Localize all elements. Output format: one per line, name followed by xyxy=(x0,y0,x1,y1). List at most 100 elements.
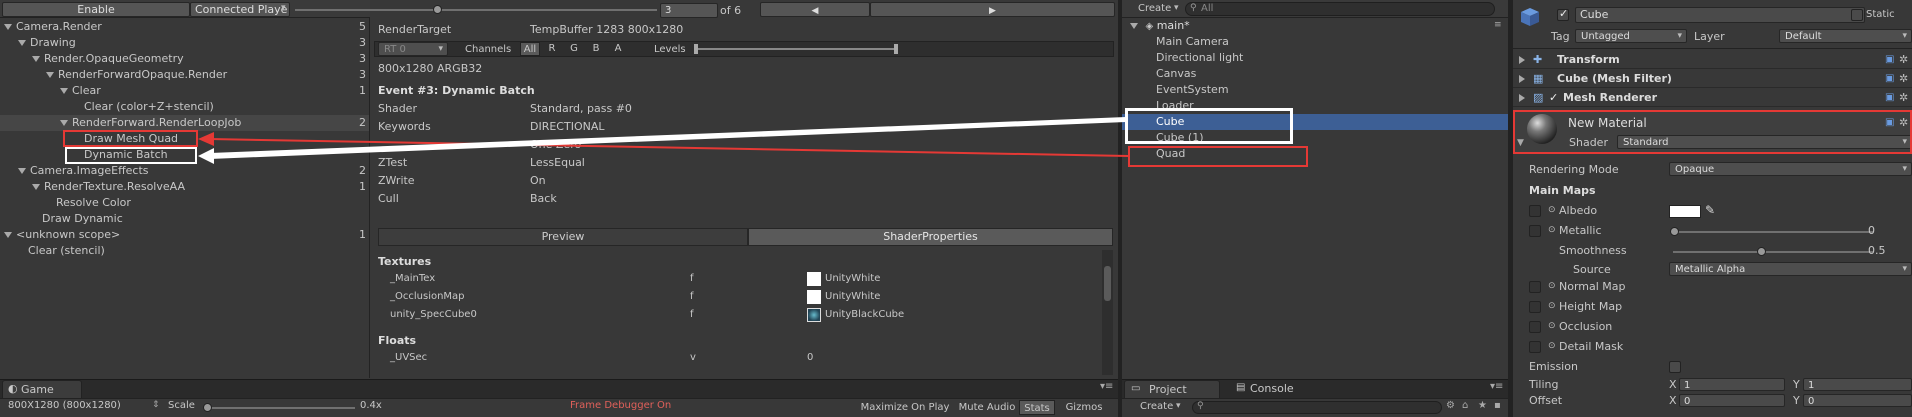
levels-slider[interactable] xyxy=(696,48,896,50)
expand-arrow-icon[interactable] xyxy=(1519,56,1525,64)
project-search-field[interactable]: ⚲ xyxy=(1192,401,1442,414)
occlusion-slot[interactable] xyxy=(1529,321,1541,333)
emission-checkbox[interactable] xyxy=(1669,361,1681,373)
albedo-texture-slot[interactable] xyxy=(1529,205,1541,217)
expand-arrow-icon[interactable] xyxy=(1519,94,1525,102)
expand-arrow-icon[interactable] xyxy=(1519,75,1525,83)
object-name-field[interactable]: Cube xyxy=(1575,7,1865,23)
help-icon[interactable]: ▣ xyxy=(1885,50,1894,69)
gear-icon[interactable]: ✲ xyxy=(1899,69,1908,88)
height-map-slot[interactable] xyxy=(1529,301,1541,313)
tab-game[interactable]: ◐ Game xyxy=(2,380,82,398)
detail-mask-slot[interactable] xyxy=(1529,341,1541,353)
levels-min-handle[interactable] xyxy=(694,44,698,54)
next-frame-button[interactable]: ▶ xyxy=(870,2,1115,17)
tiling-y-field[interactable]: 1 xyxy=(1803,378,1912,391)
rt-dropdown[interactable]: RT 0 xyxy=(378,42,448,56)
gizmos-button[interactable]: Gizmos xyxy=(1055,400,1113,415)
channel-toggle-all[interactable]: All xyxy=(520,42,540,56)
metallic-texture-slot[interactable] xyxy=(1529,225,1541,237)
project-create-button[interactable]: Create xyxy=(1140,401,1173,412)
texture-picker-icon[interactable]: ⊙ xyxy=(1548,341,1556,351)
event-row[interactable]: RenderForwardOpaque.Render 3 xyxy=(0,67,370,83)
event-row[interactable]: Draw Dynamic xyxy=(0,211,370,227)
panel-menu-icon[interactable]: ▾≡ xyxy=(1100,381,1113,392)
expand-arrow-icon[interactable] xyxy=(4,232,12,238)
normal-map-slot[interactable] xyxy=(1529,281,1541,293)
hierarchy-item[interactable]: Directional light xyxy=(1122,50,1508,66)
event-row[interactable]: Camera.ImageEffects 2 xyxy=(0,163,370,179)
channel-toggle-b[interactable]: B xyxy=(586,42,606,56)
texture-picker-icon[interactable]: ⊙ xyxy=(1548,281,1556,291)
hierarchy-create-button[interactable]: Create xyxy=(1138,3,1171,14)
texture-thumbnail-icon[interactable] xyxy=(807,290,821,304)
event-row[interactable]: Resolve Color xyxy=(0,195,370,211)
expand-arrow-icon[interactable] xyxy=(4,24,12,30)
scale-slider-knob[interactable] xyxy=(203,403,212,412)
maximize-on-play-button[interactable]: Maximize On Play xyxy=(855,400,955,415)
tag-dropdown[interactable]: Untagged xyxy=(1575,29,1687,43)
event-row[interactable]: Clear (color+Z+stencil) xyxy=(0,99,370,115)
lock-icon[interactable]: ▪ xyxy=(1494,400,1501,411)
cubemap-thumbnail-icon[interactable] xyxy=(807,308,821,322)
expand-arrow-icon[interactable] xyxy=(46,72,54,78)
prev-frame-button[interactable]: ◀ xyxy=(760,2,870,17)
layer-dropdown[interactable]: Default xyxy=(1779,29,1912,43)
component-header[interactable]: ▨ ✓ Mesh Renderer ▣ ✲ xyxy=(1513,88,1912,107)
expand-arrow-icon[interactable] xyxy=(18,40,26,46)
active-checkbox[interactable]: ✓ xyxy=(1557,7,1569,21)
tab-preview[interactable]: Preview xyxy=(378,228,748,246)
hierarchy-item[interactable]: EventSystem xyxy=(1122,82,1508,98)
event-row[interactable]: Clear (stencil) xyxy=(0,243,370,259)
hierarchy-item[interactable]: Main Camera xyxy=(1122,34,1508,50)
filter-by-label-icon[interactable]: ⌂ xyxy=(1462,400,1468,411)
component-header[interactable]: ▦ Cube (Mesh Filter) ▣ ✲ xyxy=(1513,69,1912,88)
component-header[interactable]: ✚ Transform ▣ ✲ xyxy=(1513,50,1912,69)
filter-by-type-icon[interactable]: ⚙ xyxy=(1446,400,1455,411)
smoothness-value[interactable]: 0.5 xyxy=(1868,244,1886,257)
scene-row[interactable]: ◈ main* xyxy=(1130,19,1500,33)
scrollbar-thumb[interactable] xyxy=(1104,266,1111,301)
gear-icon[interactable]: ✲ xyxy=(1899,88,1908,107)
tab-project[interactable]: ▭ Project xyxy=(1124,380,1220,398)
mute-audio-button[interactable]: Mute Audio xyxy=(955,400,1019,415)
smoothness-slider[interactable] xyxy=(1673,251,1873,253)
tiling-x-field[interactable]: 1 xyxy=(1679,378,1785,391)
expand-arrow-icon[interactable] xyxy=(32,56,40,62)
event-row[interactable]: Camera.Render 5 xyxy=(0,19,370,35)
levels-max-handle[interactable] xyxy=(894,44,898,54)
scale-slider[interactable] xyxy=(205,407,355,409)
enable-button[interactable]: Enable xyxy=(2,2,190,17)
event-row[interactable]: Clear 1 xyxy=(0,83,370,99)
help-icon[interactable]: ▣ xyxy=(1885,88,1894,107)
frame-slider-track[interactable] xyxy=(295,9,657,11)
connected-player-dropdown[interactable]: Connected Playe xyxy=(190,2,290,17)
hierarchy-item[interactable]: Canvas xyxy=(1122,66,1508,82)
event-row[interactable]: RenderForward.RenderLoopJob 2 xyxy=(0,115,370,131)
static-checkbox[interactable] xyxy=(1851,9,1863,21)
event-row[interactable]: Drawing 3 xyxy=(0,35,370,51)
project-panel-menu-icon[interactable]: ▾≡ xyxy=(1490,381,1503,392)
expand-arrow-icon[interactable] xyxy=(60,88,68,94)
scene-menu-icon[interactable]: ≡ xyxy=(1494,20,1502,30)
metallic-value[interactable]: 0 xyxy=(1868,224,1875,237)
tab-shader-properties[interactable]: ShaderProperties xyxy=(748,228,1113,246)
stats-button[interactable]: Stats xyxy=(1019,400,1055,415)
expand-arrow-icon[interactable] xyxy=(32,184,40,190)
frame-index-field[interactable]: 3 xyxy=(660,3,718,18)
event-row[interactable]: RenderTexture.ResolveAA 1 xyxy=(0,179,370,195)
texture-picker-icon[interactable]: ⊙ xyxy=(1548,301,1556,311)
gear-icon[interactable]: ✲ xyxy=(1899,50,1908,69)
offset-x-field[interactable]: 0 xyxy=(1679,394,1785,407)
metallic-slider-knob[interactable] xyxy=(1670,227,1679,236)
channel-toggle-g[interactable]: G xyxy=(564,42,584,56)
source-dropdown[interactable]: Metallic Alpha xyxy=(1669,262,1912,276)
offset-y-field[interactable]: 0 xyxy=(1803,394,1912,407)
help-icon[interactable]: ▣ xyxy=(1885,69,1894,88)
texture-picker-icon[interactable]: ⊙ xyxy=(1548,321,1556,331)
expand-arrow-icon[interactable] xyxy=(18,168,26,174)
texture-thumbnail-icon[interactable] xyxy=(807,272,821,286)
favorites-star-icon[interactable]: ★ xyxy=(1478,400,1487,411)
event-row[interactable]: <unknown scope> 1 xyxy=(0,227,370,243)
texture-picker-icon[interactable]: ⊙ xyxy=(1548,205,1556,215)
